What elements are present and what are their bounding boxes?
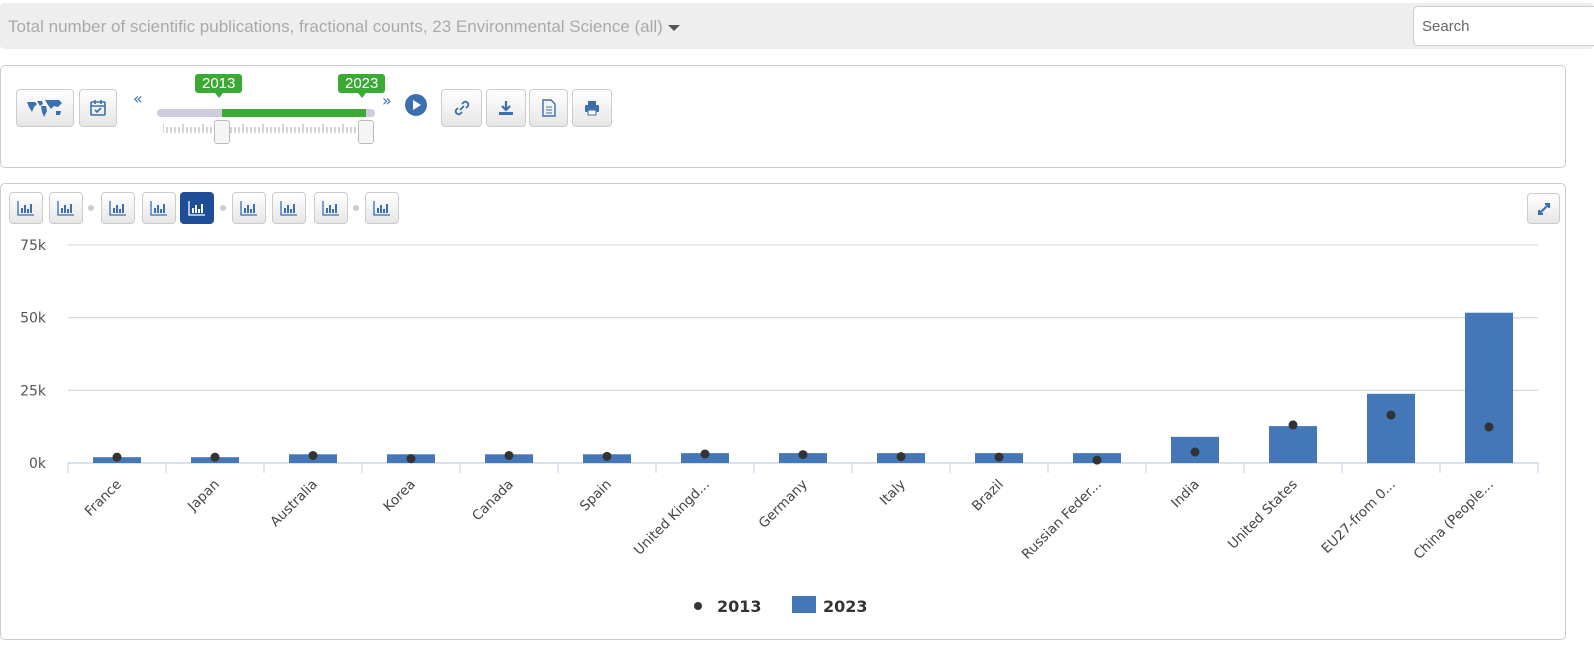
dot-2013[interactable]	[308, 450, 318, 460]
dot-2013[interactable]	[210, 452, 220, 462]
y-tick-label: 75k	[20, 238, 47, 254]
x-tick-label: France	[82, 477, 125, 520]
dot-2013[interactable]	[798, 450, 808, 460]
legend-bar-icon	[792, 596, 816, 613]
dot-2013[interactable]	[602, 451, 612, 461]
bar-2023[interactable]	[1465, 312, 1513, 463]
chart-svg: 0k 25k 50k 75k France Japan Australia Korea Cana…	[20, 238, 1539, 616]
dot-2013[interactable]	[1288, 420, 1298, 430]
dot-2013[interactable]	[1386, 410, 1396, 420]
x-tick-label: United Kingd...	[631, 477, 713, 559]
legend-label-2013[interactable]: 2013	[717, 597, 762, 616]
dot-2013[interactable]	[112, 452, 122, 462]
dot-2013[interactable]	[1092, 455, 1102, 465]
bar-2023[interactable]	[1269, 426, 1317, 463]
x-tick-label: Brazil	[969, 477, 1007, 515]
dot-2013[interactable]	[1190, 447, 1200, 457]
x-tick-label: Australia	[267, 477, 321, 531]
x-tick-label: Canada	[469, 477, 517, 525]
x-tick-label: Korea	[380, 477, 418, 515]
y-tick-label: 50k	[20, 311, 47, 327]
dot-2013[interactable]	[896, 452, 906, 462]
dot-2013[interactable]	[994, 452, 1004, 462]
x-tick-label: United States	[1225, 477, 1301, 553]
dot-2013[interactable]	[504, 450, 514, 460]
x-tick-label: India	[1168, 477, 1203, 512]
x-tick-label: China (People...	[1411, 477, 1497, 563]
y-tick-label: 0k	[29, 456, 47, 472]
bar-2023[interactable]	[1367, 393, 1415, 463]
y-tick-label: 25k	[20, 383, 47, 399]
x-tick-label: Spain	[577, 477, 615, 515]
x-tick-label: Germany	[756, 477, 811, 532]
legend-dot-icon	[694, 602, 702, 610]
dot-2013[interactable]	[700, 449, 710, 459]
legend-label-2023[interactable]: 2023	[823, 597, 868, 616]
x-tick-label: Russian Feder...	[1019, 477, 1105, 563]
dot-2013[interactable]	[406, 454, 416, 464]
dot-2013[interactable]	[1484, 422, 1494, 432]
x-tick-label: Japan	[184, 477, 223, 516]
x-tick-label: Italy	[877, 477, 909, 509]
x-tick-label: EU27-from 0...	[1318, 477, 1398, 557]
